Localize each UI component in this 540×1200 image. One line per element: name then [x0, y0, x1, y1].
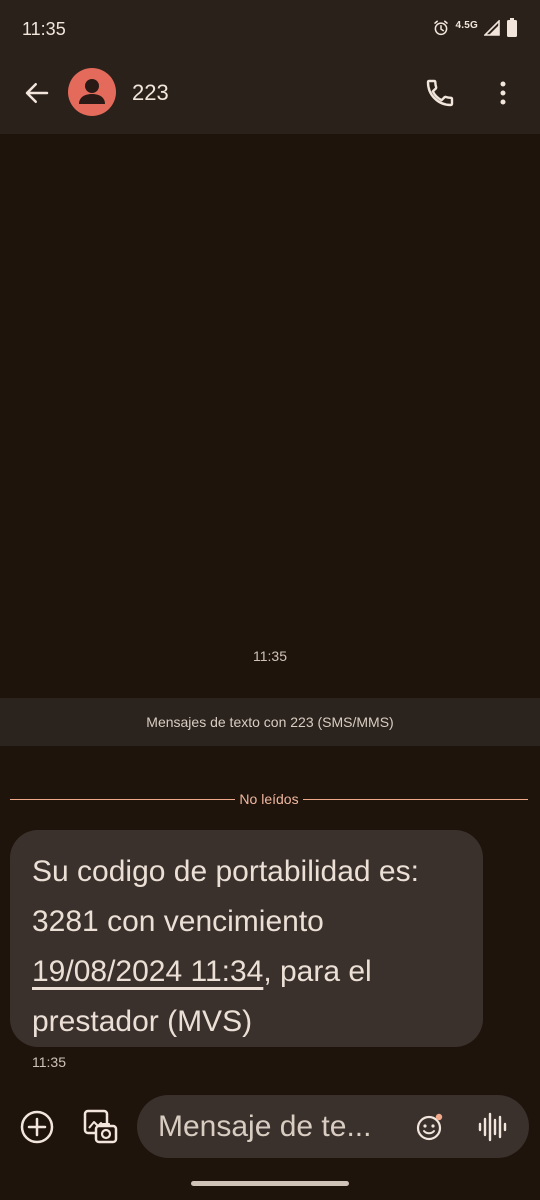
phone-icon[interactable] — [424, 77, 456, 109]
more-vert-icon[interactable] — [490, 77, 516, 109]
compose-bar — [0, 1090, 540, 1170]
conversation-header: 223 — [0, 58, 540, 134]
alarm-icon — [432, 19, 450, 37]
unread-label: No leídos — [239, 791, 299, 807]
divider-line — [302, 798, 528, 800]
thread-timestamp: 11:35 — [253, 648, 287, 664]
avatar[interactable] — [68, 68, 116, 116]
gallery-icon[interactable] — [80, 1107, 120, 1147]
message-text: Su codigo de portabilidad es: 3281 con v… — [32, 855, 419, 938]
date-link[interactable]: 19/08/2024 11:34 — [32, 955, 263, 988]
emoji-icon[interactable] — [414, 1111, 446, 1143]
divider-line — [10, 798, 236, 800]
message-bubble[interactable]: Su codigo de portabilidad es: 3281 con v… — [10, 830, 483, 1047]
battery-icon — [506, 18, 518, 38]
status-time: 11:35 — [22, 19, 66, 39]
unread-divider: No leídos — [10, 790, 528, 808]
network-type: 4.5G — [455, 19, 478, 31]
status-icons: 4.5G — [432, 18, 518, 38]
home-indicator[interactable] — [191, 1181, 349, 1186]
back-arrow-icon[interactable] — [22, 78, 52, 108]
signal-icon — [484, 20, 500, 36]
sms-banner: Mensajes de texto con 223 (SMS/MMS) — [0, 698, 540, 746]
add-circle-icon[interactable] — [18, 1108, 56, 1146]
message-time: 11:35 — [32, 1054, 66, 1070]
message-input[interactable] — [158, 1095, 394, 1158]
person-icon — [79, 79, 105, 104]
contact-name[interactable]: 223 — [132, 80, 169, 106]
voice-icon[interactable] — [477, 1110, 507, 1144]
status-bar: 11:35 4.5G — [0, 0, 540, 58]
compose-field — [137, 1095, 529, 1158]
